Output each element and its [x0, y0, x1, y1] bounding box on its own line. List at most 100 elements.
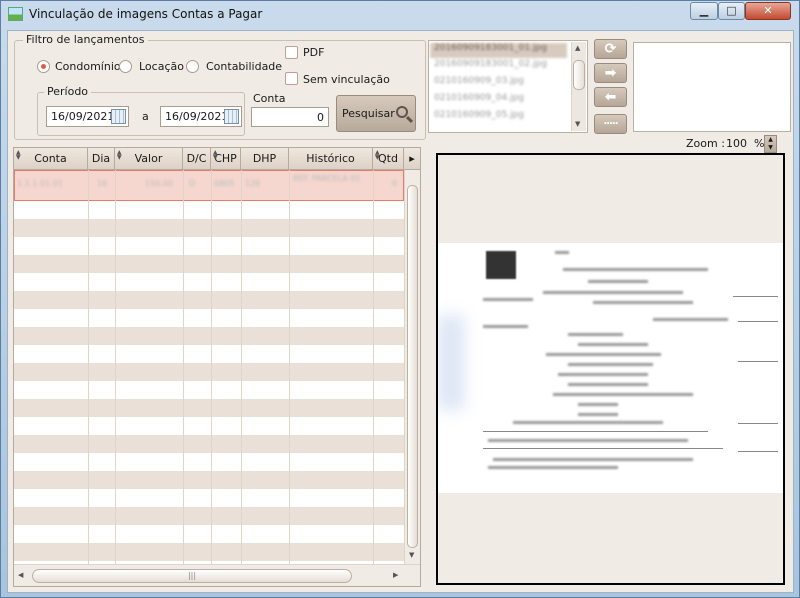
zoom-value[interactable]: 100: [726, 137, 747, 150]
column-header-chp[interactable]: ▲ ▼ CHP: [211, 148, 241, 170]
document-text-line: [558, 373, 648, 376]
app-icon: [8, 7, 23, 21]
date-from-field[interactable]: 16/09/2021: [46, 106, 129, 127]
app-window: Vinculação de imagens Contas a Pagar ▁ □…: [0, 0, 800, 598]
radio-condominio[interactable]: [37, 60, 50, 73]
file-list-item[interactable]: 20160909183001_02.jpg: [430, 59, 567, 74]
grid-header: ▲ ▼ Conta Dia ▲ ▼ Valor D/C ▲ ▼ CHP DHP Histór…: [14, 148, 420, 170]
grid-horizontal-scrollbar[interactable]: ◀ ||| ▶: [14, 564, 420, 586]
column-header-valor[interactable]: ▲ ▼ Valor: [115, 148, 183, 170]
document-rule: [738, 423, 778, 424]
file-list-item[interactable]: 20160909183001_01.jpg: [430, 43, 567, 58]
conta-field[interactable]: 0: [251, 107, 329, 127]
radio-contabilidade-label[interactable]: Contabilidade: [206, 60, 282, 73]
cell-dc: D: [189, 179, 196, 188]
empty-table-row[interactable]: [14, 435, 404, 453]
pdf-checkbox[interactable]: [285, 46, 298, 59]
radio-locacao[interactable]: [119, 60, 132, 73]
scroll-columns-right-icon[interactable]: ▸: [404, 148, 420, 170]
file-list-scrollbar[interactable]: ▲ ▼: [571, 42, 586, 131]
maximize-button[interactable]: □: [718, 2, 745, 20]
calendar-icon[interactable]: [224, 109, 239, 124]
empty-table-row[interactable]: [14, 525, 404, 543]
empty-table-row[interactable]: [14, 291, 404, 309]
sem-vinculacao-label[interactable]: Sem vinculação: [303, 73, 390, 86]
scroll-right-icon[interactable]: ▶: [393, 571, 398, 579]
scroll-down-icon[interactable]: ▼: [409, 551, 414, 559]
column-header-dia[interactable]: Dia: [88, 148, 115, 170]
link-left-button[interactable]: ⬅: [594, 87, 627, 107]
image-viewer[interactable]: [436, 153, 785, 585]
column-header-dhp[interactable]: DHP: [241, 148, 289, 170]
link-right-button[interactable]: ➡: [594, 63, 627, 83]
sort-icon: ▲ ▼: [213, 149, 218, 161]
radio-condominio-label[interactable]: Condomínio: [55, 60, 121, 73]
file-list-item[interactable]: 0210160909_04.jpg: [430, 93, 567, 108]
scroll-left-icon[interactable]: ◀: [18, 571, 23, 579]
empty-table-row[interactable]: [14, 381, 404, 399]
arrow-left-icon: ⬅: [604, 89, 617, 105]
file-list-item[interactable]: 0210160909_03.jpg: [430, 76, 567, 91]
empty-table-row[interactable]: [14, 489, 404, 507]
file-list-scroll-thumb[interactable]: [573, 60, 585, 90]
radio-contabilidade[interactable]: [186, 60, 199, 73]
empty-table-row[interactable]: [14, 345, 404, 363]
column-header-dc[interactable]: D/C: [183, 148, 211, 170]
column-header-conta[interactable]: ▲ ▼ Conta: [14, 148, 88, 170]
zoom-stepper[interactable]: ▲ ▼: [764, 135, 777, 153]
grid-horizontal-scroll-thumb[interactable]: |||: [32, 569, 352, 583]
empty-table-row[interactable]: [14, 507, 404, 525]
column-header-qtd[interactable]: ▲ ▼ Qtd: [373, 148, 404, 170]
date-from-value: 16/09/2021: [51, 110, 115, 123]
empty-table-row[interactable]: [14, 237, 404, 255]
empty-table-row[interactable]: [14, 363, 404, 381]
empty-table-row[interactable]: [14, 543, 404, 561]
scroll-up-icon[interactable]: ▲: [575, 44, 580, 52]
pesquisar-button[interactable]: Pesquisar: [336, 95, 416, 132]
empty-table-row[interactable]: [14, 327, 404, 345]
column-divider: [115, 170, 116, 564]
empty-table-row[interactable]: [14, 471, 404, 489]
table-row[interactable]: 1.1.1.01.01 16 150,00 D 0805 126 REF. PA…: [14, 170, 404, 201]
empty-table-row[interactable]: [14, 273, 404, 291]
pdf-checkbox-label[interactable]: PDF: [303, 46, 324, 59]
refresh-button[interactable]: ⟳: [594, 39, 627, 59]
arrow-right-icon: ➡: [604, 65, 617, 81]
chevron-up-icon[interactable]: ▲: [768, 136, 773, 143]
document-text-line: [483, 325, 528, 328]
empty-table-row[interactable]: [14, 309, 404, 327]
empty-table-row[interactable]: [14, 399, 404, 417]
calendar-icon[interactable]: [111, 109, 126, 124]
empty-table-row[interactable]: [14, 453, 404, 471]
document-text-line: [578, 403, 618, 406]
cell-dhp: 126: [245, 179, 261, 188]
scanned-document-image: [438, 243, 783, 493]
radio-locacao-label[interactable]: Locação: [139, 60, 184, 73]
document-text-line: [593, 301, 693, 304]
chevron-down-icon[interactable]: ▼: [768, 144, 773, 151]
column-divider: [211, 170, 212, 564]
grid-vertical-scrollbar[interactable]: ▼: [404, 170, 420, 564]
empty-table-row[interactable]: [14, 219, 404, 237]
grid-vertical-scroll-thumb[interactable]: [407, 185, 418, 548]
date-to-field[interactable]: 16/09/2021: [160, 106, 242, 127]
empty-table-row[interactable]: [14, 201, 404, 219]
column-header-historico[interactable]: Histórico: [289, 148, 373, 170]
scroll-down-icon[interactable]: ▼: [575, 120, 580, 128]
more-button[interactable]: .....: [594, 114, 627, 134]
document-smudge: [438, 315, 464, 410]
file-list-item[interactable]: 0210160909_05.jpg: [430, 110, 567, 125]
sem-vinculacao-checkbox[interactable]: [285, 72, 298, 85]
column-divider: [289, 170, 290, 564]
cell-chp: 0805: [214, 179, 235, 188]
document-text-line: [543, 291, 683, 294]
document-text-line: [483, 298, 533, 301]
empty-table-row[interactable]: [14, 255, 404, 273]
empty-table-row[interactable]: [14, 417, 404, 435]
periodo-groupbox: Período 16/09/2021 a 16/09/2021: [37, 85, 245, 136]
document-text-line: [488, 439, 688, 442]
date-to-value: 16/09/2021: [165, 110, 229, 123]
image-file-list[interactable]: 20160909183001_01.jpg 20160909183001_02.…: [428, 40, 588, 133]
minimize-button[interactable]: ▁: [690, 2, 718, 20]
close-button[interactable]: ✕: [745, 2, 791, 20]
